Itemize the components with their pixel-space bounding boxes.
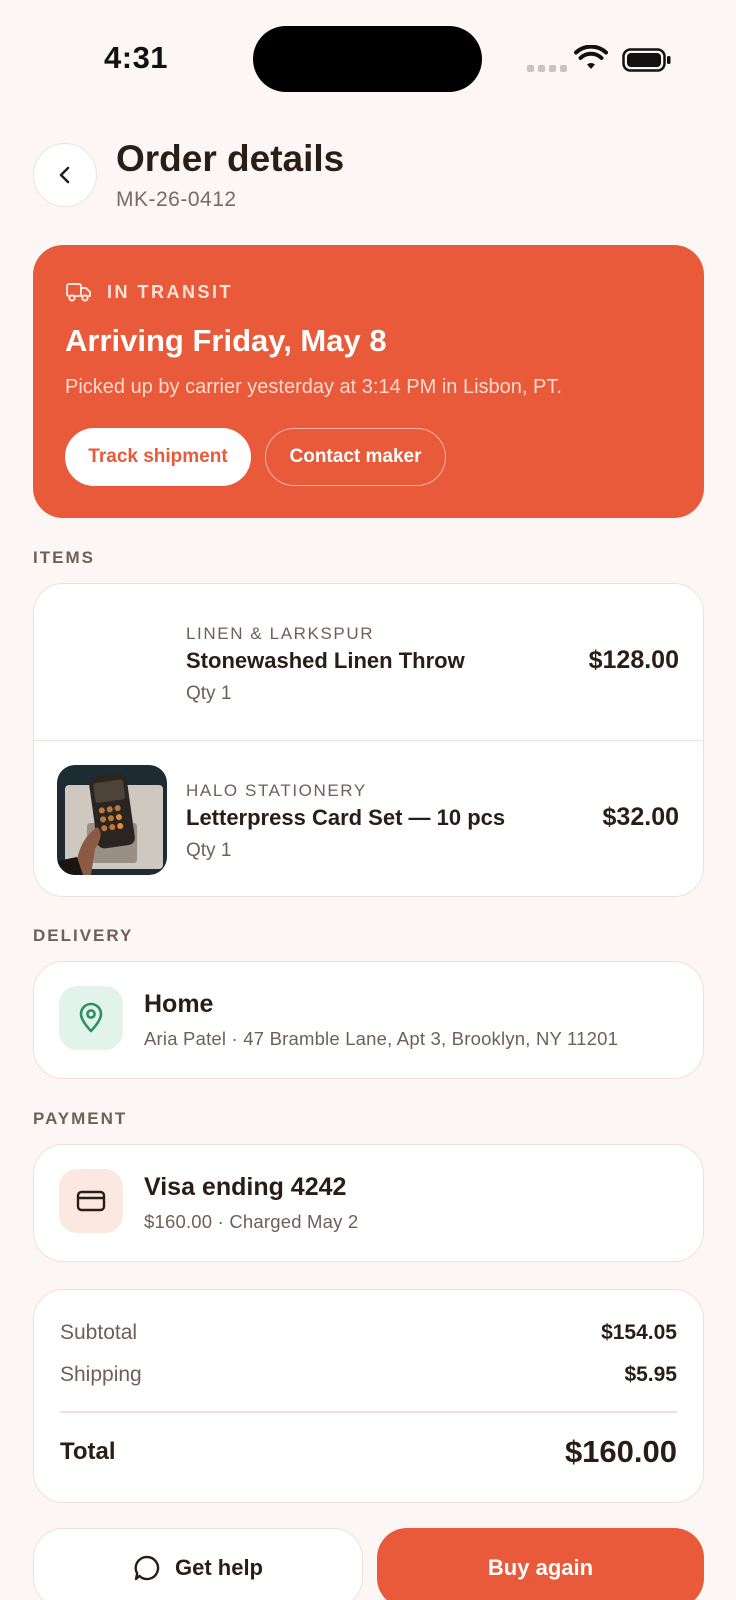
arrival-subtitle: Picked up by carrier yesterday at 3:14 P… <box>65 376 562 398</box>
wifi-icon <box>574 45 608 69</box>
item-price: $128.00 <box>588 646 679 674</box>
subtotal-label: Subtotal <box>60 1321 138 1344</box>
dynamic-island <box>253 26 482 92</box>
chat-bubble-icon <box>134 1555 160 1581</box>
items-section-label: ITEMS <box>33 548 95 567</box>
item-name: Letterpress Card Set — 10 pcs <box>186 805 506 830</box>
totals-card: Subtotal $154.05 Shipping $5.95 Total $1… <box>33 1289 704 1503</box>
shipping-label: Shipping <box>60 1363 142 1386</box>
item-thumbnail <box>57 765 167 875</box>
item-name: Stonewashed Linen Throw <box>186 648 465 673</box>
delivery-section-label: DELIVERY <box>33 926 134 945</box>
subtotal-value: $154.05 <box>601 1321 677 1344</box>
item-maker: HALO STATIONERY <box>186 781 367 800</box>
item-maker: LINEN & LARKSPUR <box>186 624 375 643</box>
transit-status: IN TRANSIT <box>65 281 233 303</box>
transit-card: IN TRANSIT Arriving Friday, May 8 Picked… <box>33 245 704 518</box>
buy-again-button[interactable]: Buy again <box>377 1528 704 1600</box>
credit-card-icon <box>59 1169 123 1233</box>
battery-icon <box>622 48 671 72</box>
back-button[interactable] <box>33 143 97 207</box>
list-item[interactable]: LINEN & LARKSPUR Stonewashed Linen Throw… <box>34 584 703 740</box>
get-help-label: Get help <box>174 1555 263 1580</box>
order-id: MK-26-0412 <box>116 188 237 211</box>
transit-status-label: IN TRANSIT <box>107 281 233 302</box>
list-item[interactable]: HALO STATIONERY Letterpress Card Set — 1… <box>34 740 703 896</box>
shipping-row: Shipping $5.95 <box>60 1363 677 1387</box>
shipping-value: $5.95 <box>624 1363 677 1386</box>
delivery-title: Home <box>144 990 214 1018</box>
arrival-title: Arriving Friday, May 8 <box>65 323 387 358</box>
subtotal-row: Subtotal $154.05 <box>60 1321 677 1345</box>
cellular-signal-icon <box>527 65 567 72</box>
map-pin-icon <box>59 986 123 1050</box>
total-value: $160.00 <box>564 1434 677 1469</box>
status-time: 4:31 <box>104 40 169 75</box>
item-qty: Qty 1 <box>186 840 232 861</box>
delivery-address: Aria Patel · 47 Bramble Lane, Apt 3, Bro… <box>144 1028 619 1049</box>
total-row: Total $160.00 <box>60 1434 677 1470</box>
items-card: LINEN & LARKSPUR Stonewashed Linen Throw… <box>33 583 704 897</box>
track-shipment-button[interactable]: Track shipment <box>65 428 251 486</box>
chevron-left-icon <box>59 166 70 184</box>
truck-icon <box>66 283 91 302</box>
payment-section-label: PAYMENT <box>33 1109 128 1128</box>
item-qty: Qty 1 <box>186 683 232 704</box>
delivery-card[interactable]: Home Aria Patel · 47 Bramble Lane, Apt 3… <box>33 961 704 1079</box>
total-label: Total <box>60 1438 116 1465</box>
payment-detail: $160.00 · Charged May 2 <box>144 1211 359 1232</box>
payment-title: Visa ending 4242 <box>144 1173 347 1201</box>
item-price: $32.00 <box>602 803 679 831</box>
contact-maker-button[interactable]: Contact maker <box>265 428 446 486</box>
get-help-button[interactable]: Get help <box>33 1528 363 1600</box>
totals-divider <box>60 1411 677 1413</box>
page-title: Order details <box>116 138 345 179</box>
payment-card[interactable]: Visa ending 4242 $160.00 · Charged May 2 <box>33 1144 704 1262</box>
